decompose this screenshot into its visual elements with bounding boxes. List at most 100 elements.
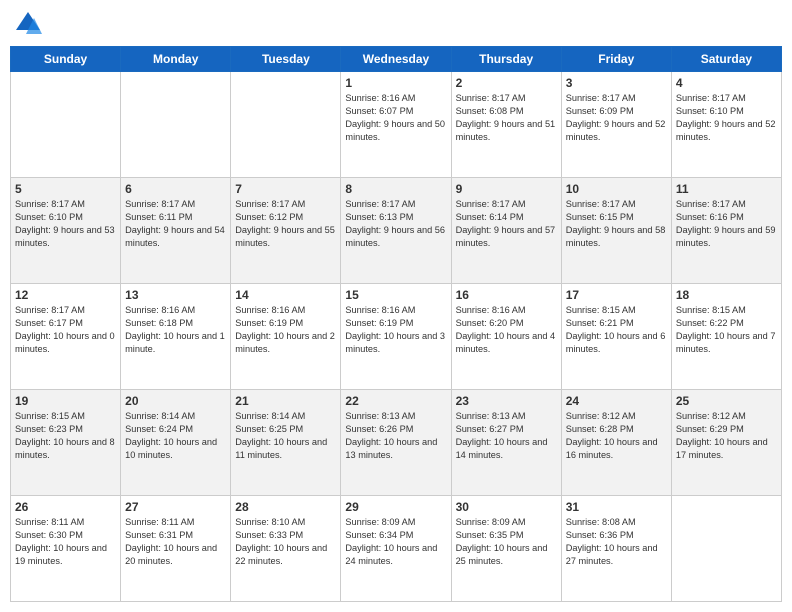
- day-number: 25: [676, 394, 777, 408]
- day-info: Sunrise: 8:15 AM Sunset: 6:23 PM Dayligh…: [15, 410, 116, 462]
- calendar-cell: 21Sunrise: 8:14 AM Sunset: 6:25 PM Dayli…: [231, 390, 341, 496]
- calendar-cell: 22Sunrise: 8:13 AM Sunset: 6:26 PM Dayli…: [341, 390, 451, 496]
- calendar-cell: 30 Sunrise: 8:09 AM Sunset: 6:35 PM Dayli…: [451, 496, 561, 602]
- day-info: Sunrise: 8:17 AM Sunset: 6:17 PM Dayligh…: [15, 304, 116, 356]
- day-info: Sunrise: 8:08 AM Sunset: 6:36 PM Dayligh…: [566, 516, 667, 568]
- calendar-cell: 20 Sunrise: 8:14 AM Sunset: 6:24 PM Dayli…: [121, 390, 231, 496]
- day-number: 2: [456, 76, 557, 90]
- day-info: Sunrise: 8:17 AM Sunset: 6:15 PM Dayligh…: [566, 198, 667, 250]
- calendar-cell: [231, 72, 341, 178]
- day-info: Sunrise: 8:09 AM Sunset: 6:35 PM Dayligh…: [456, 516, 557, 568]
- day-info: Sunrise: 8:17 AM Sunset: 6:08 PM Dayligh…: [456, 92, 557, 144]
- day-info: Sunrise: 8:12 AM Sunset: 6:29 PM Dayligh…: [676, 410, 777, 462]
- week-row-4: 26 Sunrise: 8:11 AM Sunset: 6:30 PM Dayli…: [11, 496, 782, 602]
- calendar-cell: 7 Sunrise: 8:17 AM Sunset: 6:12 PM Daylig…: [231, 178, 341, 284]
- day-number: 6: [125, 182, 226, 196]
- day-number: 19: [15, 394, 116, 408]
- calendar-cell: 18 Sunrise: 8:15 AM Sunset: 6:22 PM Dayli…: [671, 284, 781, 390]
- calendar-cell: 10Sunrise: 8:17 AM Sunset: 6:15 PM Dayli…: [561, 178, 671, 284]
- day-number: 30: [456, 500, 557, 514]
- week-row-1: 5Sunrise: 8:17 AM Sunset: 6:10 PM Daylig…: [11, 178, 782, 284]
- week-row-3: 19 Sunrise: 8:15 AM Sunset: 6:23 PM Dayli…: [11, 390, 782, 496]
- day-info: Sunrise: 8:16 AM Sunset: 6:20 PM Dayligh…: [456, 304, 557, 356]
- day-number: 9: [456, 182, 557, 196]
- day-info: Sunrise: 8:16 AM Sunset: 6:19 PM Dayligh…: [345, 304, 446, 356]
- calendar-cell: 27 Sunrise: 8:11 AM Sunset: 6:31 PM Dayli…: [121, 496, 231, 602]
- calendar-cell: 31Sunrise: 8:08 AM Sunset: 6:36 PM Dayli…: [561, 496, 671, 602]
- calendar-cell: 24 Sunrise: 8:12 AM Sunset: 6:28 PM Dayli…: [561, 390, 671, 496]
- logo: [14, 10, 46, 38]
- day-info: Sunrise: 8:11 AM Sunset: 6:30 PM Dayligh…: [15, 516, 116, 568]
- calendar-cell: 17Sunrise: 8:15 AM Sunset: 6:21 PM Dayli…: [561, 284, 671, 390]
- day-number: 28: [235, 500, 336, 514]
- day-number: 26: [15, 500, 116, 514]
- calendar-cell: 6 Sunrise: 8:17 AM Sunset: 6:11 PM Daylig…: [121, 178, 231, 284]
- calendar-cell: 23 Sunrise: 8:13 AM Sunset: 6:27 PM Dayli…: [451, 390, 561, 496]
- day-number: 29: [345, 500, 446, 514]
- calendar-header: SundayMondayTuesdayWednesdayThursdayFrid…: [11, 47, 782, 72]
- calendar-cell: 9 Sunrise: 8:17 AM Sunset: 6:14 PM Daylig…: [451, 178, 561, 284]
- calendar-cell: 2 Sunrise: 8:17 AM Sunset: 6:08 PM Daylig…: [451, 72, 561, 178]
- weekday-header-saturday: Saturday: [671, 47, 781, 72]
- calendar-cell: [121, 72, 231, 178]
- day-number: 23: [456, 394, 557, 408]
- day-number: 7: [235, 182, 336, 196]
- day-info: Sunrise: 8:16 AM Sunset: 6:18 PM Dayligh…: [125, 304, 226, 356]
- day-info: Sunrise: 8:09 AM Sunset: 6:34 PM Dayligh…: [345, 516, 446, 568]
- calendar-cell: 28 Sunrise: 8:10 AM Sunset: 6:33 PM Dayli…: [231, 496, 341, 602]
- day-info: Sunrise: 8:17 AM Sunset: 6:11 PM Dayligh…: [125, 198, 226, 250]
- weekday-header-monday: Monday: [121, 47, 231, 72]
- calendar-cell: 26 Sunrise: 8:11 AM Sunset: 6:30 PM Dayli…: [11, 496, 121, 602]
- calendar-cell: 1Sunrise: 8:16 AM Sunset: 6:07 PM Daylig…: [341, 72, 451, 178]
- day-number: 5: [15, 182, 116, 196]
- day-info: Sunrise: 8:17 AM Sunset: 6:13 PM Dayligh…: [345, 198, 446, 250]
- calendar-cell: 16 Sunrise: 8:16 AM Sunset: 6:20 PM Dayli…: [451, 284, 561, 390]
- calendar-cell: [671, 496, 781, 602]
- day-number: 15: [345, 288, 446, 302]
- calendar-cell: 19 Sunrise: 8:15 AM Sunset: 6:23 PM Dayli…: [11, 390, 121, 496]
- header: [10, 10, 782, 38]
- day-info: Sunrise: 8:12 AM Sunset: 6:28 PM Dayligh…: [566, 410, 667, 462]
- day-info: Sunrise: 8:10 AM Sunset: 6:33 PM Dayligh…: [235, 516, 336, 568]
- calendar-cell: 11 Sunrise: 8:17 AM Sunset: 6:16 PM Dayli…: [671, 178, 781, 284]
- day-number: 3: [566, 76, 667, 90]
- day-number: 8: [345, 182, 446, 196]
- day-number: 27: [125, 500, 226, 514]
- day-info: Sunrise: 8:15 AM Sunset: 6:22 PM Dayligh…: [676, 304, 777, 356]
- day-number: 22: [345, 394, 446, 408]
- calendar-cell: 3Sunrise: 8:17 AM Sunset: 6:09 PM Daylig…: [561, 72, 671, 178]
- day-info: Sunrise: 8:17 AM Sunset: 6:14 PM Dayligh…: [456, 198, 557, 250]
- day-info: Sunrise: 8:14 AM Sunset: 6:24 PM Dayligh…: [125, 410, 226, 462]
- day-info: Sunrise: 8:13 AM Sunset: 6:27 PM Dayligh…: [456, 410, 557, 462]
- weekday-header-thursday: Thursday: [451, 47, 561, 72]
- day-number: 14: [235, 288, 336, 302]
- day-number: 1: [345, 76, 446, 90]
- day-number: 24: [566, 394, 667, 408]
- day-info: Sunrise: 8:11 AM Sunset: 6:31 PM Dayligh…: [125, 516, 226, 568]
- calendar-cell: 8 Sunrise: 8:17 AM Sunset: 6:13 PM Daylig…: [341, 178, 451, 284]
- calendar-cell: 5Sunrise: 8:17 AM Sunset: 6:10 PM Daylig…: [11, 178, 121, 284]
- weekday-header-tuesday: Tuesday: [231, 47, 341, 72]
- logo-icon: [14, 10, 42, 38]
- weekday-header-wednesday: Wednesday: [341, 47, 451, 72]
- calendar-cell: 13 Sunrise: 8:16 AM Sunset: 6:18 PM Dayli…: [121, 284, 231, 390]
- day-info: Sunrise: 8:14 AM Sunset: 6:25 PM Dayligh…: [235, 410, 336, 462]
- day-number: 12: [15, 288, 116, 302]
- calendar-body: 1Sunrise: 8:16 AM Sunset: 6:07 PM Daylig…: [11, 72, 782, 602]
- day-number: 20: [125, 394, 226, 408]
- day-number: 16: [456, 288, 557, 302]
- calendar-cell: 15 Sunrise: 8:16 AM Sunset: 6:19 PM Dayli…: [341, 284, 451, 390]
- day-info: Sunrise: 8:17 AM Sunset: 6:10 PM Dayligh…: [676, 92, 777, 144]
- calendar-cell: 12 Sunrise: 8:17 AM Sunset: 6:17 PM Dayli…: [11, 284, 121, 390]
- weekday-header-friday: Friday: [561, 47, 671, 72]
- week-row-0: 1Sunrise: 8:16 AM Sunset: 6:07 PM Daylig…: [11, 72, 782, 178]
- week-row-2: 12 Sunrise: 8:17 AM Sunset: 6:17 PM Dayli…: [11, 284, 782, 390]
- day-info: Sunrise: 8:16 AM Sunset: 6:19 PM Dayligh…: [235, 304, 336, 356]
- calendar-cell: 29 Sunrise: 8:09 AM Sunset: 6:34 PM Dayli…: [341, 496, 451, 602]
- weekday-header-sunday: Sunday: [11, 47, 121, 72]
- day-number: 13: [125, 288, 226, 302]
- day-info: Sunrise: 8:17 AM Sunset: 6:12 PM Dayligh…: [235, 198, 336, 250]
- day-info: Sunrise: 8:17 AM Sunset: 6:16 PM Dayligh…: [676, 198, 777, 250]
- day-number: 11: [676, 182, 777, 196]
- day-number: 18: [676, 288, 777, 302]
